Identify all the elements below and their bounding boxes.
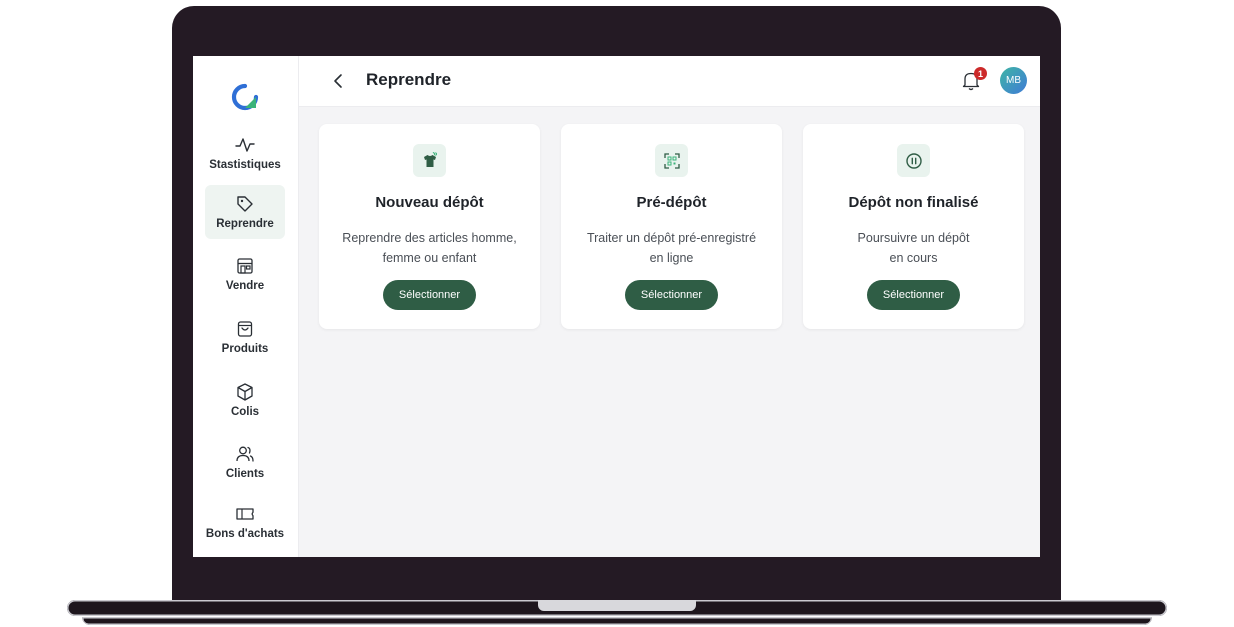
- sidebar-item-colis[interactable]: Colis: [205, 373, 285, 427]
- card-description-line: en ligne: [649, 251, 694, 265]
- laptop-foot: [82, 617, 1152, 625]
- card-description-line: Poursuivre un dépôt: [857, 231, 970, 245]
- sidebar-item-vendre[interactable]: Vendre: [205, 247, 285, 301]
- select-button[interactable]: Sélectionner: [867, 280, 960, 310]
- laptop-notch: [538, 600, 696, 611]
- app-screen: Stastistiques Reprendre Vendre Produits …: [193, 56, 1040, 557]
- card-title: Nouveau dépôt: [375, 194, 484, 211]
- bag-icon: [237, 321, 253, 337]
- sidebar-item-statistiques[interactable]: Stastistiques: [205, 126, 285, 180]
- sidebar-item-label: Stastistiques: [209, 159, 281, 171]
- card-description-line: Traiter un dépôt pré-enregistré: [586, 231, 757, 245]
- card-nouveau-depot[interactable]: Nouveau dépôt Reprendre des articles hom…: [319, 124, 540, 329]
- ticket-icon: [236, 508, 254, 520]
- box-icon: [237, 383, 253, 401]
- logo-icon[interactable]: [231, 83, 259, 111]
- sidebar-item-label: Produits: [221, 343, 269, 355]
- sidebar-item-label: Clients: [225, 468, 265, 480]
- card-description-line: en cours: [889, 251, 938, 265]
- sidebar-item-produits[interactable]: Produits: [205, 310, 285, 364]
- chevron-left-icon[interactable]: [327, 70, 349, 92]
- card-depot-non-finalise[interactable]: Dépôt non finalisé Poursuivre un dépôt e…: [803, 124, 1024, 329]
- sidebar: Stastistiques Reprendre Vendre Produits …: [193, 56, 299, 557]
- card-description-line: femme ou enfant: [382, 251, 477, 265]
- shirt-icon: [413, 144, 446, 177]
- notification-badge: 1: [974, 67, 987, 80]
- select-button[interactable]: Sélectionner: [383, 280, 476, 310]
- sidebar-item-reprendre[interactable]: Reprendre: [205, 185, 285, 239]
- card-description-line: Reprendre des articles homme,: [342, 231, 517, 245]
- card-title: Pré-dépôt: [636, 194, 707, 211]
- store-icon: [237, 258, 253, 274]
- card-description: Traiter un dépôt pré-enregistré en ligne: [573, 228, 770, 268]
- topbar: Reprendre 1 MB: [299, 56, 1040, 107]
- activity-icon: [235, 138, 255, 152]
- sidebar-item-bons-achats[interactable]: Bons d'achats: [205, 495, 285, 549]
- card-description: Reprendre des articles homme, femme ou e…: [331, 228, 528, 268]
- avatar[interactable]: MB: [1000, 67, 1027, 94]
- card-pre-depot[interactable]: Pré-dépôt Traiter un dépôt pré-enregistr…: [561, 124, 782, 329]
- users-icon: [236, 446, 254, 462]
- tag-icon: [237, 196, 253, 212]
- sidebar-item-label: Vendre: [225, 280, 265, 292]
- select-button[interactable]: Sélectionner: [625, 280, 718, 310]
- page-title: Reprendre: [366, 70, 452, 89]
- sidebar-item-label: Colis: [230, 406, 260, 418]
- pause-icon: [897, 144, 930, 177]
- card-title: Dépôt non finalisé: [848, 194, 979, 211]
- card-description: Poursuivre un dépôt en cours: [815, 228, 1012, 268]
- scan-icon: [655, 144, 688, 177]
- sidebar-item-clients[interactable]: Clients: [205, 435, 285, 489]
- sidebar-item-label: Reprendre: [216, 218, 274, 230]
- sidebar-item-label: Bons d'achats: [205, 528, 285, 540]
